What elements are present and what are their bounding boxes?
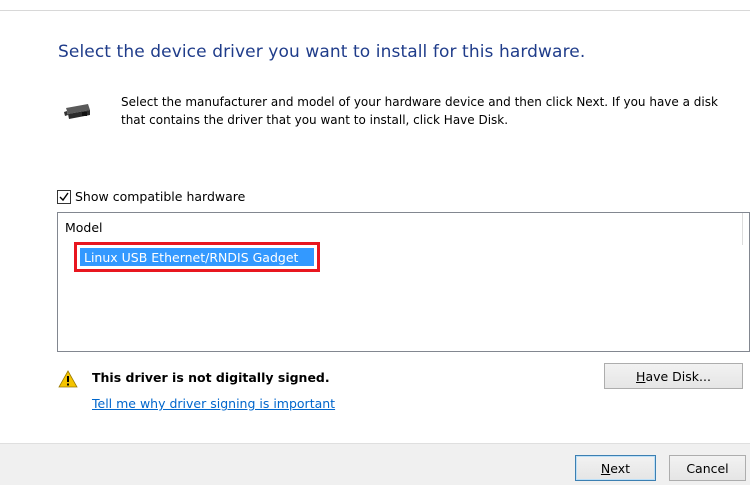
cancel-button[interactable]: Cancel [669, 455, 746, 481]
unsigned-driver-warning: This driver is not digitally signed. [92, 370, 330, 385]
vertical-scrollbar[interactable] [742, 213, 749, 245]
checkmark-icon [59, 192, 69, 201]
next-label: ext [610, 460, 631, 476]
driver-signing-link[interactable]: Tell me why driver signing is important [92, 396, 335, 411]
warning-icon [58, 370, 78, 392]
show-compatible-hardware-checkbox[interactable]: Show compatible hardware [57, 189, 245, 204]
next-button[interactable]: Next [575, 455, 656, 481]
have-disk-label: ave Disk... [645, 368, 711, 384]
top-divider [0, 0, 750, 11]
instruction-text: Select the manufacturer and model of you… [121, 95, 718, 127]
red-highlight-annotation: Linux USB Ethernet/RNDIS Gadget [74, 242, 320, 272]
hardware-card-icon [62, 100, 96, 126]
page-title: Select the device driver you want to ins… [58, 42, 586, 62]
show-compatible-hardware-label: Show compatible hardware [75, 189, 246, 204]
have-disk-accelerator: H [636, 368, 646, 384]
have-disk-button[interactable]: Have Disk... [604, 363, 743, 389]
model-column-header: Model [65, 220, 103, 235]
checkbox-box[interactable] [57, 189, 71, 204]
next-accelerator: N [600, 460, 611, 476]
model-listbox[interactable]: Model Linux USB Ethernet/RNDIS Gadget [57, 212, 750, 352]
list-item-selected[interactable]: Linux USB Ethernet/RNDIS Gadget [80, 248, 314, 266]
